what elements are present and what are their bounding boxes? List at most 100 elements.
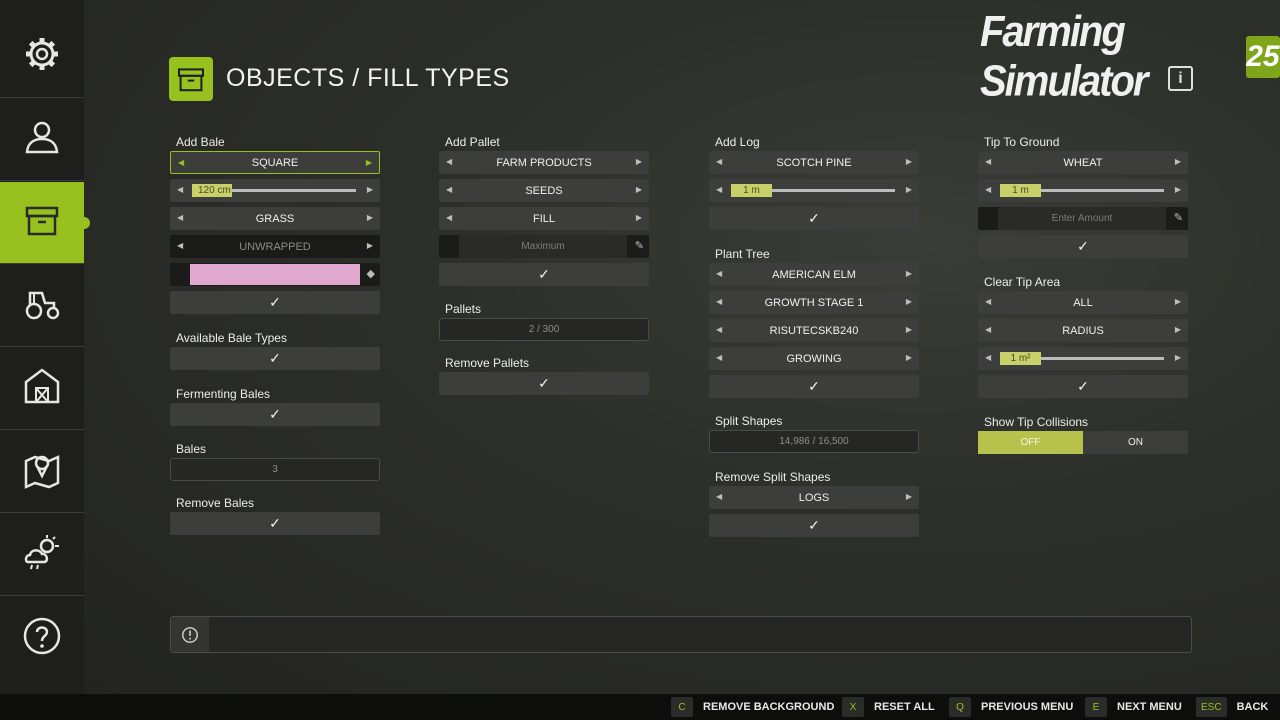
arrow-left-icon[interactable]: ◀ (716, 325, 722, 334)
arrow-left-icon[interactable]: ◀ (716, 269, 722, 278)
back-button[interactable]: ESC BACK (1196, 697, 1268, 717)
bale-filltype-selector[interactable]: ◀ GRASS ▶ (170, 207, 380, 230)
toggle-on-option[interactable]: ON (1083, 431, 1188, 454)
arrow-right-icon[interactable]: ▶ (1175, 353, 1181, 362)
arrow-right-icon[interactable]: ▶ (1175, 185, 1181, 194)
bale-size-slider[interactable]: ◀ 120 cm ▶ (170, 179, 380, 202)
arrow-right-icon[interactable]: ▶ (906, 353, 912, 362)
paint-bucket-icon[interactable]: ◆ (367, 267, 375, 280)
tip-confirm-button[interactable]: ✓ (978, 235, 1188, 258)
previous-menu-button[interactable]: Q PREVIOUS MENU (949, 697, 1073, 717)
toggle-off-option[interactable]: OFF (978, 431, 1083, 454)
clear-scope-selector[interactable]: ◀ ALL ▶ (978, 291, 1188, 314)
sidebar-item-objects[interactable] (0, 182, 90, 264)
arrow-right-icon[interactable]: ▶ (367, 185, 373, 194)
footer-label: PREVIOUS MENU (981, 701, 1074, 713)
fermenting-bales-button[interactable]: ✓ (170, 403, 380, 426)
arrow-left-icon[interactable]: ◀ (178, 158, 184, 167)
arrow-right-icon[interactable]: ▶ (906, 185, 912, 194)
arrow-left-icon[interactable]: ◀ (446, 157, 452, 166)
arrow-left-icon[interactable]: ◀ (985, 325, 991, 334)
footer-label: BACK (1236, 701, 1269, 713)
bale-wrap-selector[interactable]: ◀ UNWRAPPED ▶ (170, 235, 380, 258)
add-pallet-confirm-button[interactable]: ✓ (439, 263, 649, 286)
plant-tree-confirm-button[interactable]: ✓ (709, 375, 919, 398)
arrow-left-icon[interactable]: ◀ (446, 213, 452, 222)
bale-shape-selector[interactable]: ◀ SQUARE ▶ (170, 151, 380, 174)
sidebar-item-map[interactable] (0, 431, 84, 513)
arrow-right-icon[interactable]: ▶ (906, 269, 912, 278)
tree-variant-selector[interactable]: ◀ RISUTECSKB240 ▶ (709, 319, 919, 342)
remove-pallets-button[interactable]: ✓ (439, 372, 649, 395)
log-length-slider[interactable]: ◀ 1 m ▶ (709, 179, 919, 202)
sidebar-item-vehicles[interactable] (0, 265, 84, 347)
arrow-left-icon[interactable]: ◀ (716, 492, 722, 501)
clear-mode-selector[interactable]: ◀ RADIUS ▶ (978, 319, 1188, 342)
clear-radius-slider[interactable]: ◀ 1 m² ▶ (978, 347, 1188, 370)
arrow-left-icon[interactable]: ◀ (716, 353, 722, 362)
clear-tip-area-button[interactable]: ✓ (978, 375, 1188, 398)
sidebar-item-settings[interactable] (0, 16, 84, 98)
arrow-right-icon[interactable]: ▶ (367, 241, 373, 250)
info-button[interactable]: i (1168, 66, 1193, 91)
key-hint: C (671, 697, 693, 717)
tip-amount-input[interactable]: Enter Amount ✎ (978, 207, 1188, 230)
arrow-left-icon[interactable]: ◀ (716, 185, 722, 194)
arrow-left-icon[interactable]: ◀ (177, 213, 183, 222)
sidebar-item-farm[interactable] (0, 348, 84, 430)
add-log-confirm-button[interactable]: ✓ (709, 207, 919, 230)
arrow-right-icon[interactable]: ▶ (636, 185, 642, 194)
pencil-icon[interactable]: ✎ (1174, 211, 1183, 224)
arrow-right-icon[interactable]: ▶ (367, 213, 373, 222)
tree-state-selector[interactable]: ◀ GROWING ▶ (709, 347, 919, 370)
remove-split-shapes-label: Remove Split Shapes (715, 470, 831, 484)
plant-tree-selector[interactable]: ◀ AMERICAN ELM ▶ (709, 263, 919, 286)
sidebar-item-player[interactable] (0, 99, 84, 181)
arrow-left-icon[interactable]: ◀ (177, 185, 183, 194)
bale-color-picker[interactable]: ◆ (170, 263, 380, 286)
pallet-mode-selector[interactable]: ◀ FILL ▶ (439, 207, 649, 230)
arrow-left-icon[interactable]: ◀ (446, 185, 452, 194)
gear-icon (22, 34, 62, 79)
pallet-category-selector[interactable]: ◀ FARM PRODUCTS ▶ (439, 151, 649, 174)
add-bale-confirm-button[interactable]: ✓ (170, 291, 380, 314)
add-bale-label: Add Bale (176, 135, 225, 149)
arrow-right-icon[interactable]: ▶ (1175, 297, 1181, 306)
arrow-right-icon[interactable]: ▶ (636, 213, 642, 222)
arrow-left-icon[interactable]: ◀ (985, 185, 991, 194)
arrow-left-icon[interactable]: ◀ (985, 353, 991, 362)
arrow-left-icon[interactable]: ◀ (716, 297, 722, 306)
arrow-right-icon[interactable]: ▶ (906, 325, 912, 334)
arrow-right-icon[interactable]: ▶ (1175, 325, 1181, 334)
tip-amount-value: 1 m (1000, 184, 1041, 197)
arrow-right-icon[interactable]: ▶ (906, 157, 912, 166)
tip-filltype-selector[interactable]: ◀ WHEAT ▶ (978, 151, 1188, 174)
arrow-left-icon[interactable]: ◀ (985, 157, 991, 166)
arrow-right-icon[interactable]: ▶ (906, 297, 912, 306)
help-icon (22, 616, 62, 661)
tip-amount-slider[interactable]: ◀ 1 m ▶ (978, 179, 1188, 202)
reset-all-button[interactable]: X RESET ALL (842, 697, 935, 717)
growth-stage-selector[interactable]: ◀ GROWTH STAGE 1 ▶ (709, 291, 919, 314)
tip-to-ground-label: Tip To Ground (984, 135, 1060, 149)
sidebar-item-help[interactable] (0, 597, 84, 679)
arrow-right-icon[interactable]: ▶ (366, 158, 372, 167)
available-bale-types-button[interactable]: ✓ (170, 347, 380, 370)
remove-split-type-selector[interactable]: ◀ LOGS ▶ (709, 486, 919, 509)
arrow-right-icon[interactable]: ▶ (636, 157, 642, 166)
remove-split-shapes-button[interactable]: ✓ (709, 514, 919, 537)
remove-background-button[interactable]: C REMOVE BACKGROUND (671, 697, 834, 717)
arrow-left-icon[interactable]: ◀ (985, 297, 991, 306)
pallet-amount-input[interactable]: Maximum ✎ (439, 235, 649, 258)
pencil-icon[interactable]: ✎ (635, 239, 644, 252)
arrow-left-icon[interactable]: ◀ (716, 157, 722, 166)
log-tree-selector[interactable]: ◀ SCOTCH PINE ▶ (709, 151, 919, 174)
arrow-left-icon[interactable]: ◀ (177, 241, 183, 250)
sidebar-item-weather[interactable] (0, 514, 84, 596)
arrow-right-icon[interactable]: ▶ (906, 492, 912, 501)
next-menu-button[interactable]: E NEXT MENU (1085, 697, 1182, 717)
pallet-type-selector[interactable]: ◀ SEEDS ▶ (439, 179, 649, 202)
key-hint: E (1085, 697, 1107, 717)
arrow-right-icon[interactable]: ▶ (1175, 157, 1181, 166)
remove-bales-button[interactable]: ✓ (170, 512, 380, 535)
